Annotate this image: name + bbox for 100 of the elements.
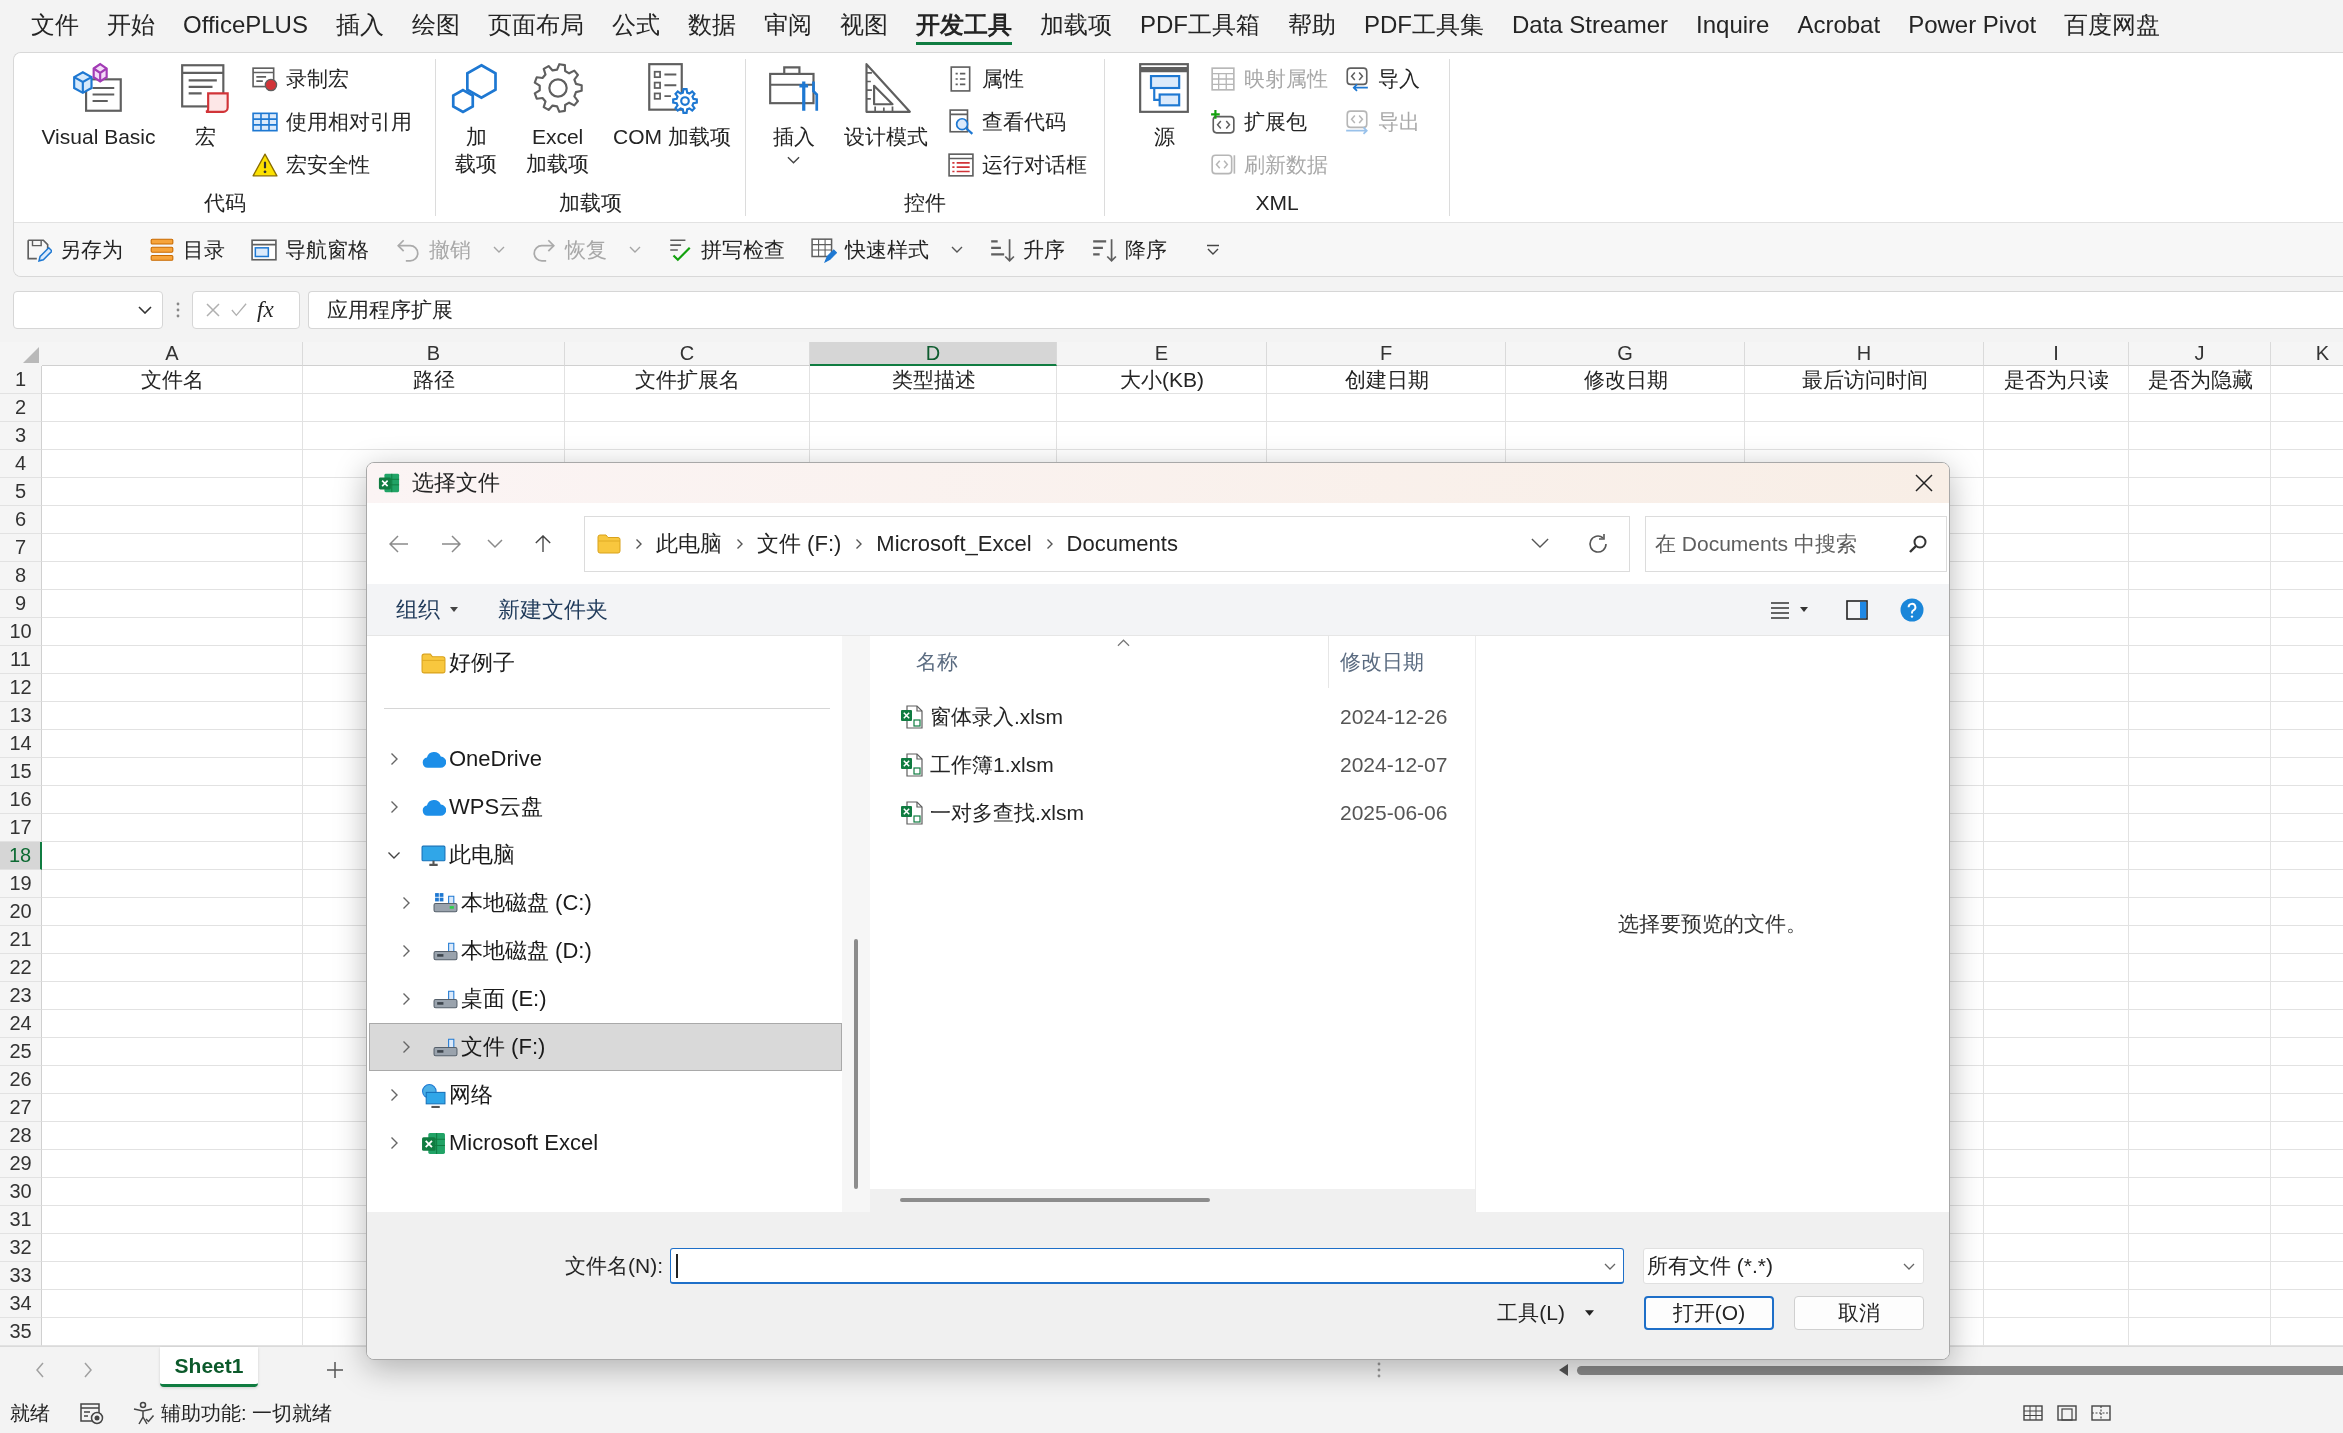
dialog-button[interactable]: 取消 bbox=[1794, 1296, 1924, 1330]
row-header[interactable]: 9 bbox=[0, 590, 42, 618]
horizontal-scrollbar[interactable] bbox=[1577, 1365, 2343, 1375]
row-header[interactable]: 18 bbox=[0, 842, 42, 870]
column-header[interactable]: H bbox=[1745, 342, 1984, 366]
ribbon-small-button[interactable]: 运行对话框 bbox=[943, 145, 1091, 185]
caret-down-icon[interactable] bbox=[1800, 607, 1808, 612]
row-header[interactable]: 24 bbox=[0, 1010, 42, 1038]
menu-tab[interactable]: OfficePLUS bbox=[169, 0, 322, 50]
ribbon-button[interactable]: Visual Basic bbox=[33, 59, 164, 189]
menu-tab[interactable]: 页面布局 bbox=[473, 0, 598, 50]
row-header[interactable]: 26 bbox=[0, 1066, 42, 1094]
forward-arrow-icon[interactable] bbox=[441, 534, 461, 553]
menu-tab[interactable]: 绘图 bbox=[397, 0, 474, 50]
menu-tab[interactable]: PDF工具集 bbox=[1349, 0, 1498, 50]
row-header[interactable]: 22 bbox=[0, 954, 42, 982]
menu-tab[interactable]: 公式 bbox=[597, 0, 674, 50]
row-header[interactable]: 25 bbox=[0, 1038, 42, 1066]
command-button[interactable]: 组织 bbox=[396, 594, 458, 625]
chevron-down-icon[interactable] bbox=[138, 306, 152, 314]
check-icon[interactable] bbox=[231, 302, 247, 318]
toolbar-button[interactable]: 导航窗格 bbox=[251, 235, 369, 264]
row-header[interactable]: 23 bbox=[0, 982, 42, 1010]
ribbon-small-button[interactable]: 扩展包 bbox=[1206, 102, 1332, 142]
menu-tab[interactable]: 开发工具 bbox=[901, 0, 1026, 50]
row-header[interactable]: 32 bbox=[0, 1234, 42, 1262]
chevron-down-icon[interactable] bbox=[1531, 538, 1549, 549]
row-header[interactable]: 33 bbox=[0, 1262, 42, 1290]
normal-view-icon[interactable] bbox=[2023, 1405, 2043, 1421]
row-header[interactable]: 12 bbox=[0, 674, 42, 702]
ribbon-button[interactable]: 加 载项 bbox=[442, 59, 511, 189]
breadcrumb-item[interactable]: Documents bbox=[1066, 530, 1178, 557]
menu-tab[interactable]: Data Streamer bbox=[1497, 0, 1682, 50]
row-header[interactable]: 28 bbox=[0, 1122, 42, 1150]
tree-item[interactable]: 桌面 (E:) bbox=[369, 975, 842, 1023]
ribbon-small-button[interactable]: 属性 bbox=[943, 59, 1091, 99]
row-header[interactable]: 30 bbox=[0, 1178, 42, 1206]
toolbar-button[interactable]: 目录 bbox=[149, 235, 225, 264]
tree-item[interactable]: 好例子 bbox=[369, 640, 842, 686]
search-field[interactable]: 在 Documents 中搜索 bbox=[1645, 515, 1947, 572]
tree-item[interactable]: WPS云盘 bbox=[369, 783, 842, 831]
column-header[interactable]: I bbox=[1984, 342, 2129, 366]
row-header[interactable]: 15 bbox=[0, 758, 42, 786]
tree-item[interactable]: 此电脑 bbox=[369, 831, 842, 879]
breadcrumb-item[interactable]: 文件 (F:) bbox=[757, 528, 842, 559]
ribbon-small-button[interactable]: 查看代码 bbox=[943, 102, 1091, 142]
menu-tab[interactable]: 审阅 bbox=[749, 0, 826, 50]
ribbon-small-button[interactable]: 使用相对引用 bbox=[247, 102, 416, 142]
tree-item[interactable]: OneDrive bbox=[369, 735, 842, 783]
toolbar-button[interactable]: 另存为 bbox=[26, 235, 123, 264]
toolbar-button[interactable]: 降序 bbox=[1091, 235, 1167, 264]
back-arrow-icon[interactable] bbox=[389, 534, 409, 553]
help-icon[interactable] bbox=[1900, 597, 1924, 622]
tree-item[interactable]: 文件 (F:) bbox=[369, 1023, 842, 1071]
macro-record-icon[interactable] bbox=[80, 1401, 104, 1425]
dialog-button[interactable]: 打开(O) bbox=[1644, 1296, 1774, 1330]
ribbon-button[interactable]: Excel 加载项 bbox=[518, 59, 598, 189]
row-header[interactable]: 21 bbox=[0, 926, 42, 954]
row-header[interactable]: 14 bbox=[0, 730, 42, 758]
menu-tab[interactable]: 加载项 bbox=[1025, 0, 1126, 50]
column-header[interactable]: E bbox=[1057, 342, 1267, 366]
ribbon-button[interactable]: 宏 bbox=[171, 59, 240, 189]
menu-tab[interactable]: 视图 bbox=[825, 0, 902, 50]
row-header[interactable]: 11 bbox=[0, 646, 42, 674]
menu-tab[interactable]: 插入 bbox=[321, 0, 398, 50]
row-header[interactable]: 8 bbox=[0, 562, 42, 590]
search-icon[interactable] bbox=[1909, 534, 1927, 553]
preview-pane-icon[interactable] bbox=[1846, 599, 1868, 620]
menu-tab[interactable]: 开始 bbox=[93, 0, 169, 50]
row-header[interactable]: 10 bbox=[0, 618, 42, 646]
add-sheet-icon[interactable] bbox=[326, 1361, 344, 1379]
formula-field[interactable]: 应用程序扩展 bbox=[308, 291, 2343, 329]
row-header[interactable]: 3 bbox=[0, 422, 42, 450]
ribbon-small-button[interactable]: 导入 bbox=[1340, 59, 1424, 99]
row-header[interactable]: 19 bbox=[0, 870, 42, 898]
customize-caret-icon[interactable] bbox=[1205, 243, 1221, 256]
column-header[interactable]: F bbox=[1267, 342, 1506, 366]
breadcrumb-item[interactable]: 此电脑 bbox=[656, 528, 722, 559]
column-header[interactable]: A bbox=[42, 342, 303, 366]
address-bar[interactable]: 此电脑 文件 (F:) Microsoft_Excel Documents bbox=[584, 515, 1630, 572]
insert-function-button[interactable]: fx bbox=[257, 297, 274, 323]
page-layout-icon[interactable] bbox=[2057, 1405, 2077, 1421]
row-header[interactable]: 34 bbox=[0, 1290, 42, 1318]
toolbar-button[interactable]: 拼写检查 bbox=[667, 235, 785, 264]
chevron-down-icon[interactable] bbox=[1604, 1263, 1616, 1270]
column-header[interactable]: 名称 bbox=[870, 636, 1329, 688]
row-header[interactable]: 29 bbox=[0, 1150, 42, 1178]
tree-item[interactable]: 网络 bbox=[369, 1071, 842, 1119]
tools-button[interactable]: 工具(L) bbox=[1497, 1299, 1594, 1327]
breadcrumb-item[interactable]: Microsoft_Excel bbox=[876, 530, 1032, 557]
row-header[interactable]: 4 bbox=[0, 450, 42, 478]
tree-item[interactable]: Microsoft Excel bbox=[369, 1119, 842, 1167]
toolbar-button[interactable]: 升序 bbox=[989, 235, 1065, 264]
menu-tab[interactable]: 帮助 bbox=[1273, 0, 1350, 50]
column-header[interactable]: J bbox=[2129, 342, 2271, 366]
page-break-icon[interactable] bbox=[2091, 1405, 2111, 1421]
file-type-dropdown[interactable]: 所有文件 (*.*) bbox=[1643, 1248, 1924, 1284]
row-header[interactable]: 17 bbox=[0, 814, 42, 842]
row-header[interactable]: 31 bbox=[0, 1206, 42, 1234]
horizontal-scrollbar[interactable] bbox=[900, 1198, 1210, 1202]
